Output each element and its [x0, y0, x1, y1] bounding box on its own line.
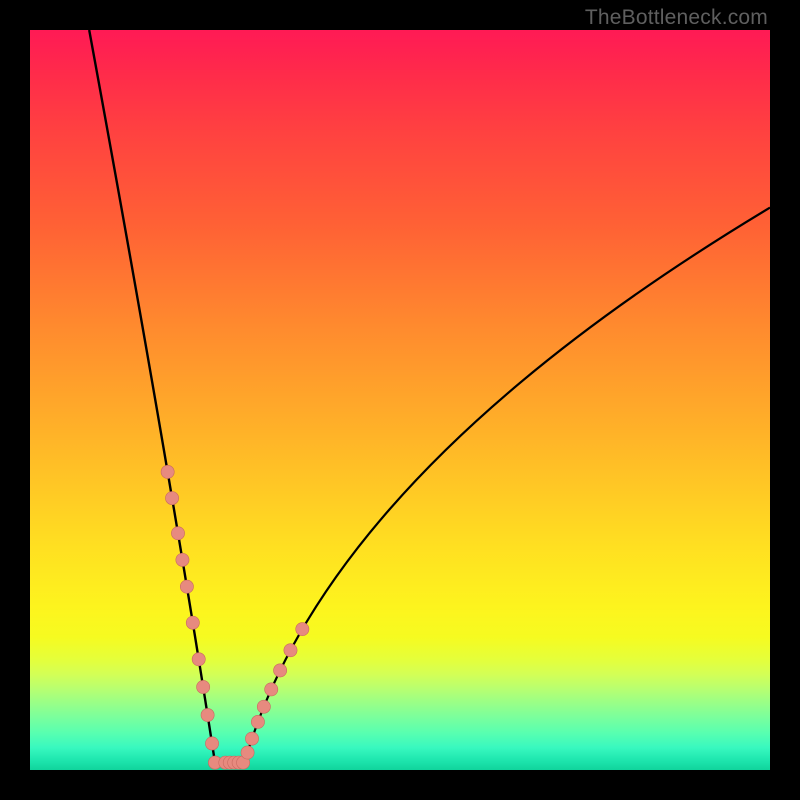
data-point	[192, 653, 205, 666]
data-point	[186, 616, 199, 629]
data-point	[251, 715, 264, 728]
data-point	[180, 580, 193, 593]
curve-left-branch	[89, 30, 215, 763]
data-point	[257, 700, 270, 713]
data-point	[165, 492, 178, 505]
data-point	[201, 708, 214, 721]
data-point	[161, 465, 174, 478]
data-point	[284, 644, 297, 657]
data-point	[171, 527, 184, 540]
data-point	[176, 553, 189, 566]
data-point	[241, 746, 254, 759]
data-point	[274, 664, 287, 677]
chart-svg	[30, 30, 770, 770]
curve-right-branch	[245, 208, 770, 763]
data-point	[245, 732, 258, 745]
data-point	[296, 623, 309, 636]
data-point-markers	[161, 465, 309, 769]
data-point	[197, 680, 210, 693]
data-point	[205, 737, 218, 750]
watermark-text: TheBottleneck.com	[585, 6, 768, 30]
chart-plot-area	[30, 30, 770, 770]
data-point	[265, 683, 278, 696]
